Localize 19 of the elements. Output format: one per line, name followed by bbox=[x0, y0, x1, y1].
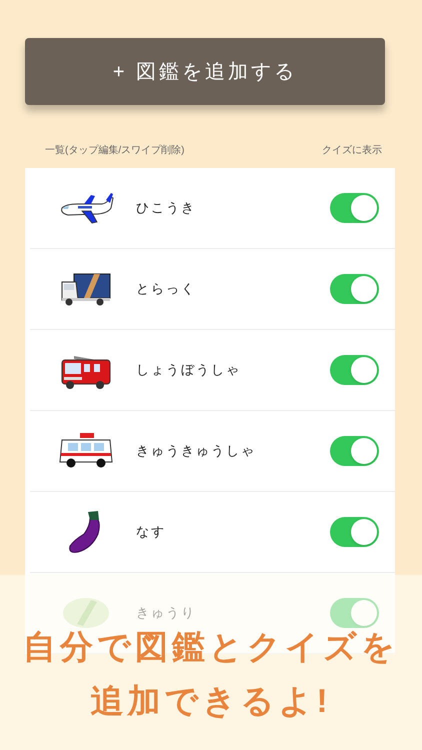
toggle-switch[interactable] bbox=[330, 436, 379, 466]
item-name[interactable]: なす bbox=[136, 522, 330, 542]
airplane-icon bbox=[58, 191, 114, 225]
toggle-switch[interactable] bbox=[330, 598, 379, 628]
truck-icon bbox=[60, 272, 112, 306]
item-name[interactable]: とらっく bbox=[136, 279, 330, 299]
item-name[interactable]: きゅうきゅうしゃ bbox=[136, 441, 330, 461]
item-name[interactable]: ひこうき bbox=[136, 198, 330, 218]
column-header: クイズに表示 bbox=[322, 144, 382, 158]
toggle-switch[interactable] bbox=[330, 517, 379, 547]
ambulance-icon bbox=[58, 432, 114, 470]
toggle-switch[interactable] bbox=[330, 193, 379, 223]
caption-text: 自分で図鑑とクイズを bbox=[23, 627, 399, 667]
add-button[interactable]: + 図鑑を追加する bbox=[25, 38, 385, 105]
caption-text: 追加できるよ! bbox=[90, 681, 332, 721]
item-name[interactable]: しょうぼうしゃ bbox=[136, 360, 330, 380]
toggle-switch[interactable] bbox=[330, 274, 379, 304]
list-header: 一覧(タップ編集/スワイプ削除) bbox=[45, 144, 184, 158]
toggle-switch[interactable] bbox=[330, 355, 379, 385]
